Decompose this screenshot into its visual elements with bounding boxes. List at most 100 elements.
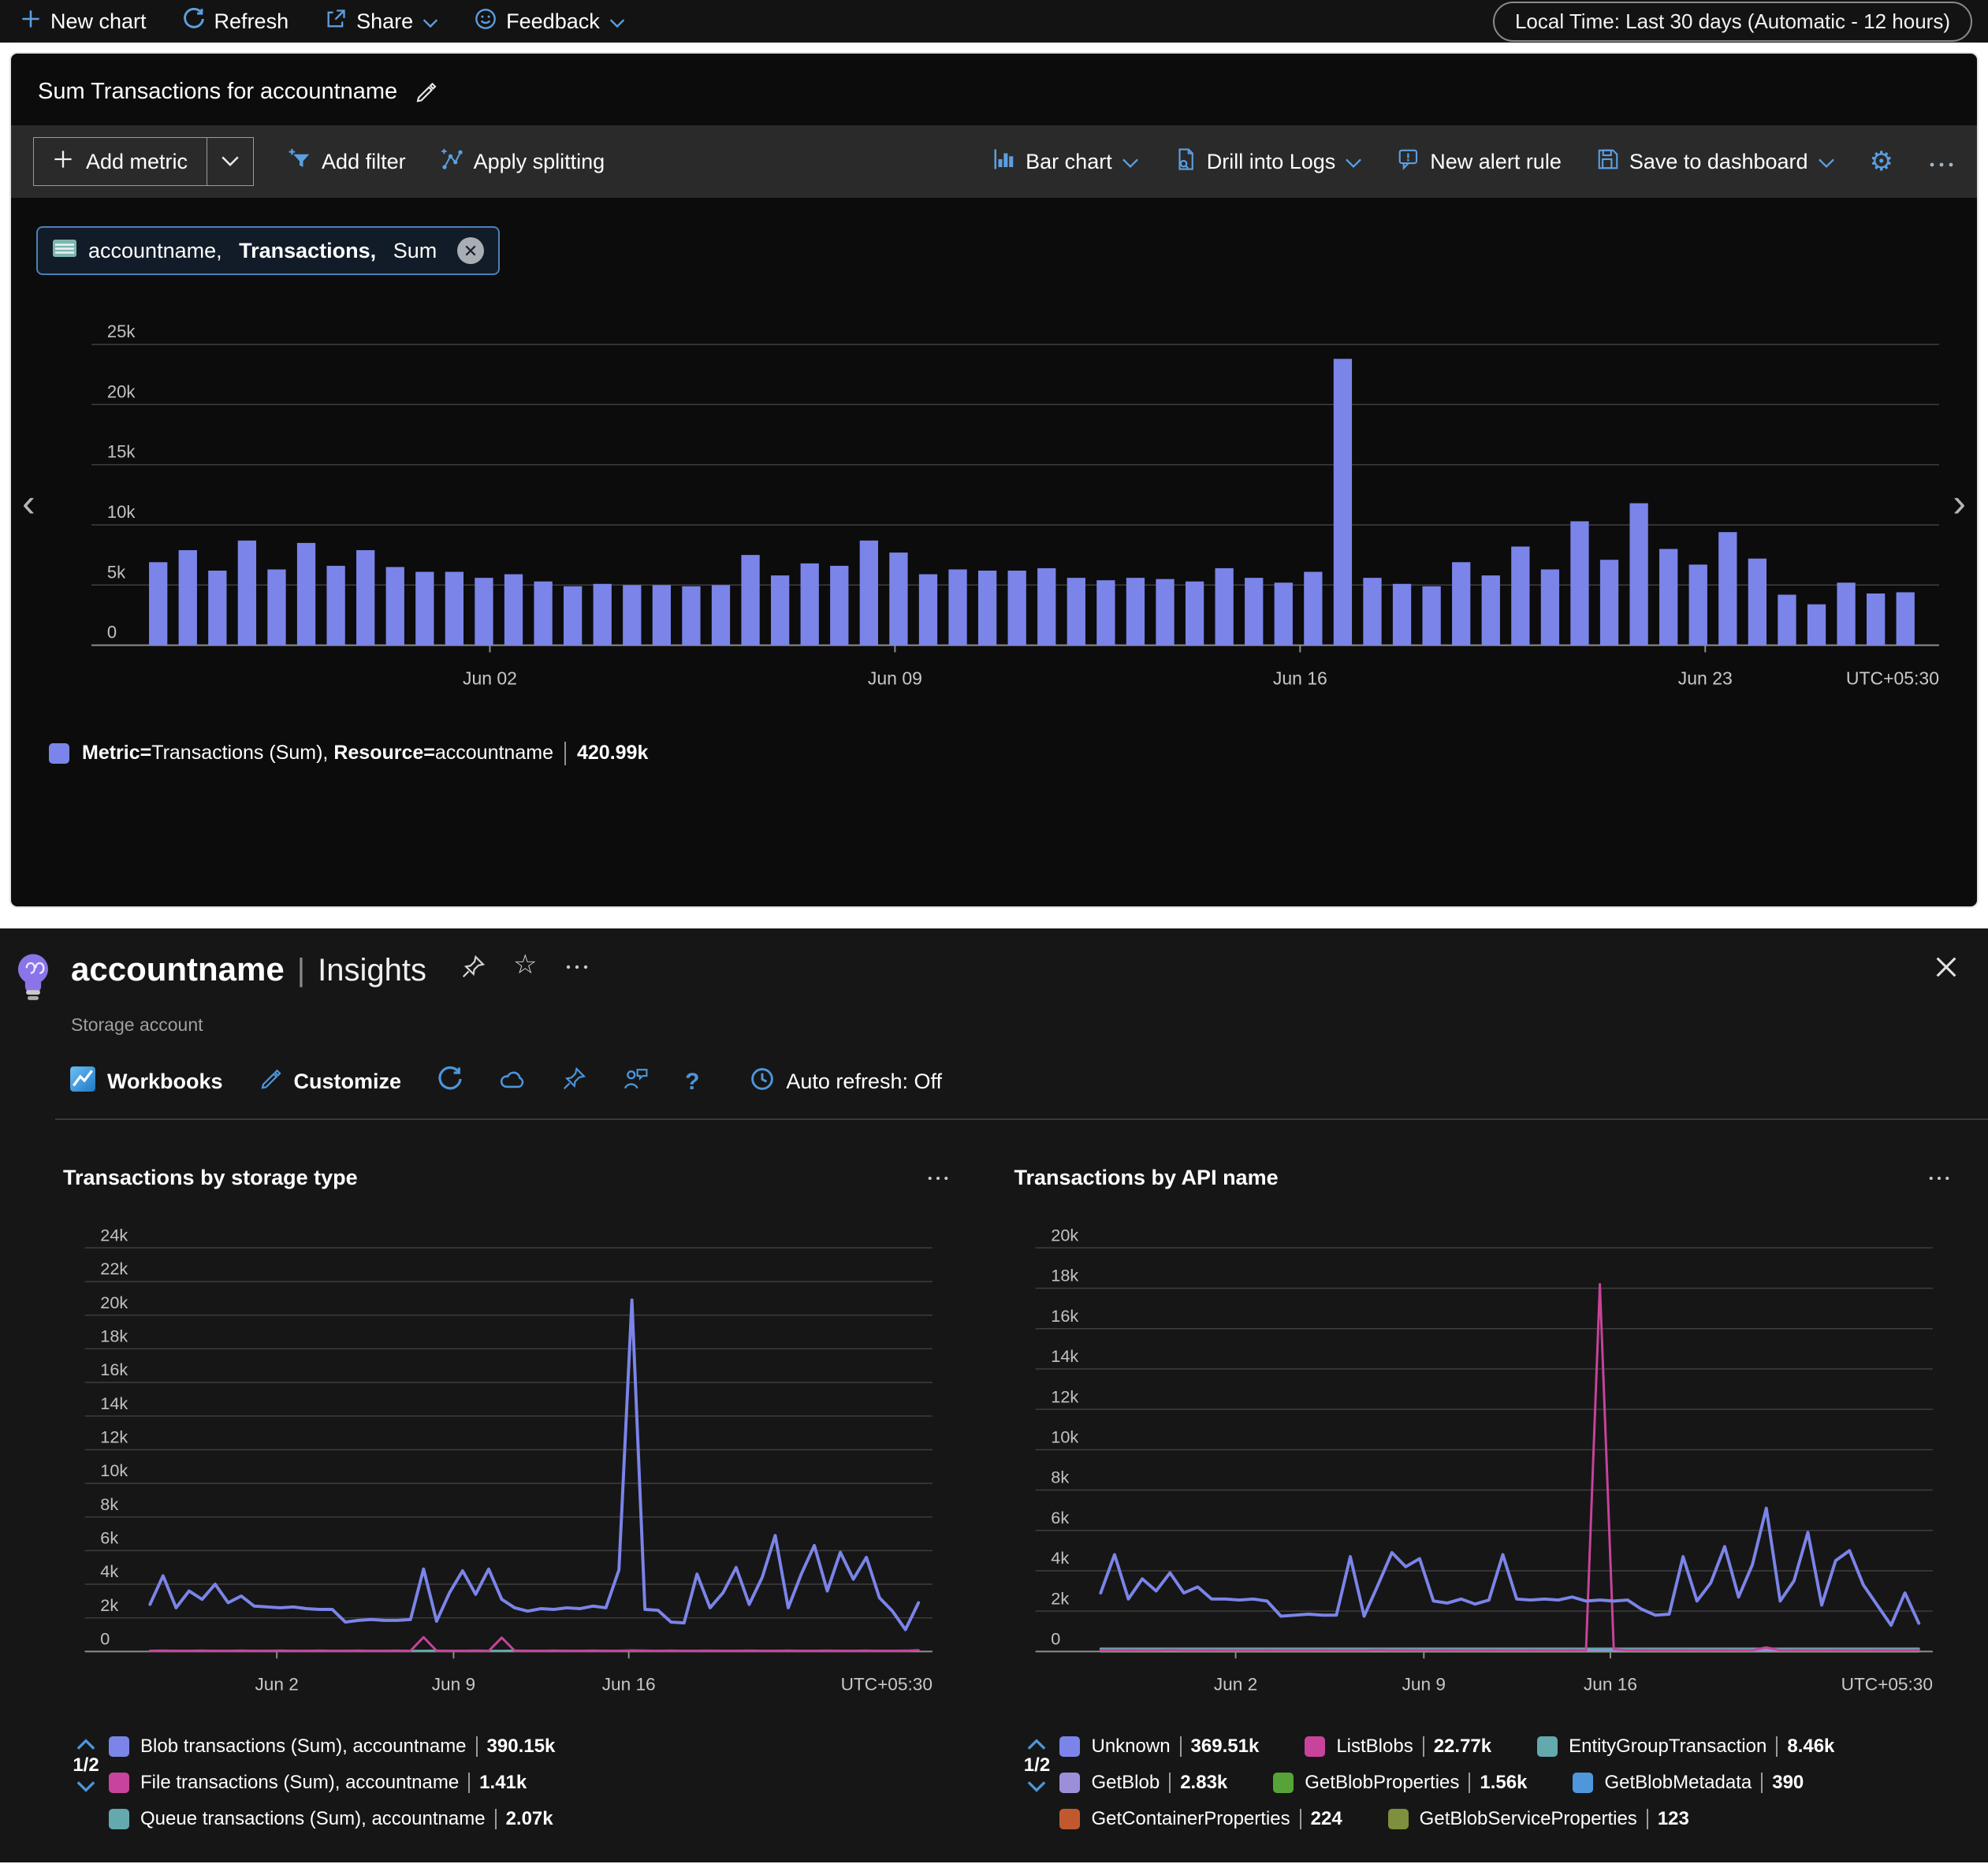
add-metric-split-button[interactable]: Add metric xyxy=(33,137,254,186)
remove-metric-button[interactable] xyxy=(457,237,484,264)
metric-chart-panel: Sum Transactions for accountname Add met… xyxy=(9,52,1979,908)
customize-button[interactable]: Customize xyxy=(259,1067,402,1096)
series-swatch xyxy=(109,1809,129,1829)
svg-text:8k: 8k xyxy=(100,1494,118,1514)
svg-text:Jun 9: Jun 9 xyxy=(432,1675,475,1695)
blade-more-options-button[interactable] xyxy=(565,964,589,970)
auto-refresh-toggle[interactable]: Auto refresh: Off xyxy=(750,1066,942,1097)
clock-history-icon xyxy=(750,1066,775,1097)
api-name-line-chart: 02k4k6k8k10k12k14k16k18k20kJun 2Jun 9Jun… xyxy=(1014,1212,1956,1724)
drill-into-logs-dropdown[interactable]: Drill into Logs xyxy=(1174,147,1363,177)
command-bar: New chart Refresh Share Feedback Local T… xyxy=(0,0,1988,43)
edit-title-button[interactable] xyxy=(415,80,438,104)
pill-aggregation: Sum xyxy=(393,239,437,263)
settings-button[interactable]: ⚙ xyxy=(1870,148,1893,175)
apply-splitting-button[interactable]: Apply splitting xyxy=(441,147,605,177)
svg-text:Jun 9: Jun 9 xyxy=(1402,1675,1446,1695)
bar-chart-icon xyxy=(992,147,1016,177)
title-separator: | xyxy=(297,953,305,988)
legend-item[interactable]: GetBlobMetadata390 xyxy=(1573,1772,1804,1794)
svg-text:4k: 4k xyxy=(100,1561,118,1581)
new-chart-button[interactable]: New chart xyxy=(20,9,147,35)
ellipsis-icon xyxy=(1928,150,1955,174)
pin-icon xyxy=(562,1067,586,1096)
svg-text:18k: 18k xyxy=(1052,1266,1079,1285)
legend-pagination: 1/2 xyxy=(1014,1739,1059,1830)
api-name-card: Transactions by API name 02k4k6k8k10k12k… xyxy=(1014,1166,1956,1830)
share-icon xyxy=(325,8,347,35)
scroll-right-chevron[interactable]: › xyxy=(1953,483,1966,523)
svg-text:UTC+05:30: UTC+05:30 xyxy=(1841,1675,1933,1695)
insights-toolbar: Workbooks Customize ? Auto refresh: Off xyxy=(69,1066,1988,1098)
legend-item[interactable]: EntityGroupTransaction8.46k xyxy=(1537,1736,1834,1758)
legend-item[interactable]: ListBlobs22.77k xyxy=(1305,1736,1491,1758)
series-swatch xyxy=(1388,1809,1409,1829)
refresh-insights-button[interactable] xyxy=(437,1066,463,1097)
favorite-star-button[interactable]: ☆ xyxy=(513,965,537,970)
legend-item[interactable]: Unknown369.51k xyxy=(1059,1736,1259,1758)
card-more-options-button[interactable] xyxy=(927,1175,949,1181)
svg-text:18k: 18k xyxy=(100,1326,128,1345)
community-button[interactable] xyxy=(622,1066,649,1097)
svg-text:6k: 6k xyxy=(100,1527,118,1547)
legend-page-up-button[interactable] xyxy=(1026,1739,1047,1750)
svg-text:4k: 4k xyxy=(1052,1548,1070,1568)
blade-name: Insights xyxy=(318,953,426,988)
help-button[interactable]: ? xyxy=(685,1069,699,1096)
new-alert-rule-button[interactable]: New alert rule xyxy=(1397,147,1562,177)
refresh-button[interactable]: Refresh xyxy=(183,8,289,35)
svg-text:25k: 25k xyxy=(107,322,136,341)
time-range-picker[interactable]: Local Time: Last 30 days (Automatic - 12… xyxy=(1493,2,1972,42)
svg-text:12k: 12k xyxy=(100,1427,128,1446)
legend-item[interactable]: GetBlobServiceProperties123 xyxy=(1388,1808,1689,1830)
svg-text:Jun 2: Jun 2 xyxy=(255,1675,298,1695)
series-swatch xyxy=(1273,1773,1294,1793)
svg-text:10k: 10k xyxy=(100,1460,128,1480)
chart-type-dropdown[interactable]: Bar chart xyxy=(992,147,1139,177)
save-to-dashboard-dropdown[interactable]: Save to dashboard xyxy=(1596,147,1835,177)
chevron-down-icon xyxy=(1818,150,1835,174)
series-swatch xyxy=(109,1773,129,1793)
legend-item[interactable]: GetBlobProperties1.56k xyxy=(1273,1772,1527,1794)
svg-text:0: 0 xyxy=(107,623,117,642)
share-button[interactable]: Share xyxy=(325,8,438,35)
pill-resource: accountname, xyxy=(88,239,228,263)
svg-text:15k: 15k xyxy=(107,442,136,462)
add-filter-button[interactable]: Add filter xyxy=(289,147,406,177)
close-blade-button[interactable] xyxy=(1933,954,1960,983)
legend-item[interactable]: File transactions (Sum), accountname1.41… xyxy=(109,1772,555,1794)
series-swatch xyxy=(1059,1736,1080,1757)
pin-to-dashboard-button[interactable] xyxy=(562,1067,586,1096)
legend-item[interactable]: GetBlob2.83k xyxy=(1059,1772,1227,1794)
star-icon: ☆ xyxy=(513,950,537,980)
chevron-down-icon xyxy=(609,9,625,34)
metric-pill[interactable]: accountname, Transactions, Sum xyxy=(36,226,500,275)
svg-text:10k: 10k xyxy=(107,502,136,522)
pencil-icon xyxy=(259,1067,283,1096)
legend-item[interactable]: GetContainerProperties224 xyxy=(1059,1808,1342,1830)
legend-item[interactable]: Queue transactions (Sum), accountname2.0… xyxy=(109,1808,555,1830)
legend-item[interactable]: Blob transactions (Sum), accountname390.… xyxy=(109,1736,555,1758)
more-options-button[interactable] xyxy=(1928,150,1955,174)
legend-page-down-button[interactable] xyxy=(1026,1781,1047,1792)
transactions-bar-chart: 05k10k15k20k25kJun 02Jun 09Jun 16Jun 23U… xyxy=(33,311,1955,721)
bar-chart-region: ‹ 05k10k15k20k25kJun 02Jun 09Jun 16Jun 2… xyxy=(33,311,1955,721)
workbooks-button[interactable]: Workbooks xyxy=(69,1066,223,1098)
chart-title: Sum Transactions for accountname xyxy=(38,79,397,105)
chart-legend[interactable]: Metric=Transactions (Sum), Resource=acco… xyxy=(11,721,1977,765)
svg-text:20k: 20k xyxy=(1052,1225,1079,1245)
azure-monitor-button[interactable] xyxy=(499,1066,526,1097)
resource-type-label: Storage account xyxy=(71,1014,1988,1036)
pin-blade-button[interactable] xyxy=(461,955,485,979)
svg-text:0: 0 xyxy=(1052,1629,1061,1649)
legend-page-down-button[interactable] xyxy=(76,1781,96,1792)
series-swatch xyxy=(1059,1773,1080,1793)
chevron-down-icon[interactable] xyxy=(207,138,253,185)
svg-text:Jun 09: Jun 09 xyxy=(868,668,922,689)
card-more-options-button[interactable] xyxy=(1928,1175,1950,1181)
feedback-button[interactable]: Feedback xyxy=(475,8,625,35)
legend-page-up-button[interactable] xyxy=(76,1739,96,1750)
insights-lightbulb-icon xyxy=(13,952,57,1008)
svg-text:24k: 24k xyxy=(100,1225,128,1245)
scroll-left-chevron[interactable]: ‹ xyxy=(22,483,35,523)
